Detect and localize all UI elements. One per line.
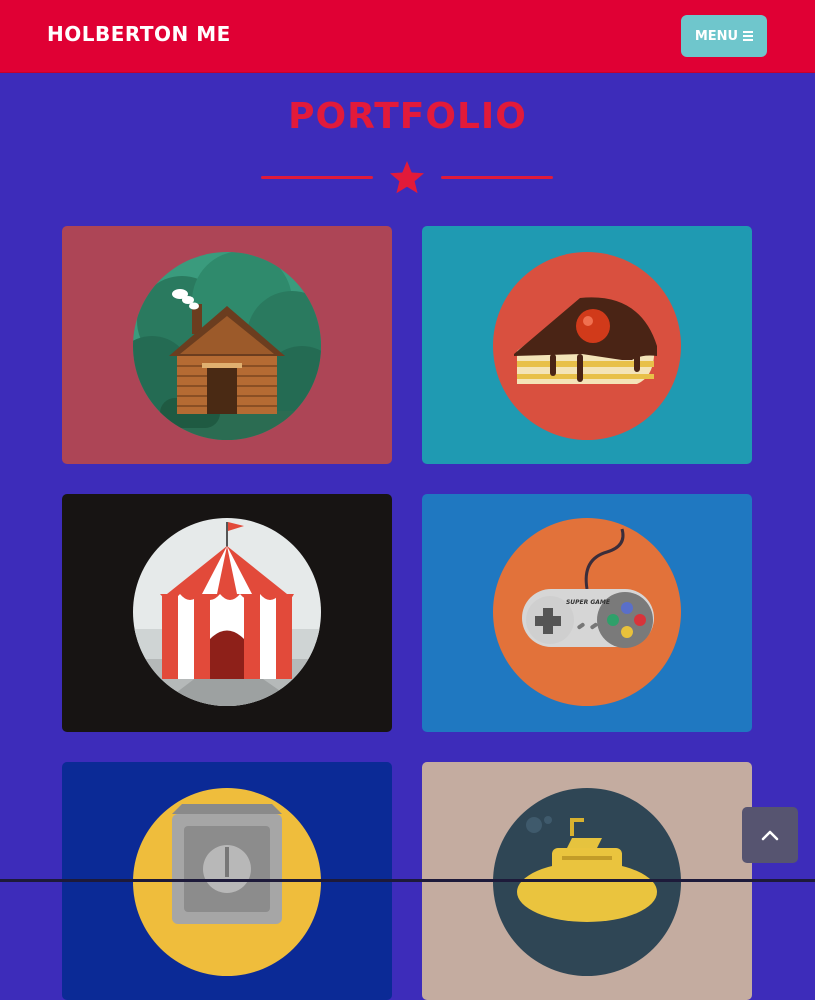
cake-icon	[493, 252, 681, 440]
portfolio-item-game-controller[interactable]: SUPER GAME	[422, 494, 752, 732]
divider-line-left	[261, 176, 373, 179]
portfolio-item-cake[interactable]	[422, 226, 752, 464]
divider-line-right	[441, 176, 553, 179]
navbar: HOLBERTON ME MENU	[0, 0, 815, 73]
menu-button[interactable]: MENU	[681, 15, 767, 57]
portfolio-item-circus[interactable]	[62, 494, 392, 732]
brand-logo[interactable]: HOLBERTON ME	[47, 22, 231, 46]
chevron-up-icon	[761, 830, 779, 841]
circus-icon	[133, 518, 321, 706]
scroll-to-top-button[interactable]	[742, 807, 798, 863]
bars-icon	[743, 31, 754, 41]
cabin-icon	[133, 252, 321, 440]
section-title: PORTFOLIO	[288, 96, 527, 137]
portfolio-item-cabin[interactable]	[62, 226, 392, 464]
controller-label: SUPER GAME	[566, 599, 611, 606]
star-icon	[390, 161, 424, 194]
game-controller-icon: SUPER GAME	[493, 518, 681, 706]
menu-button-label: MENU	[694, 28, 739, 44]
